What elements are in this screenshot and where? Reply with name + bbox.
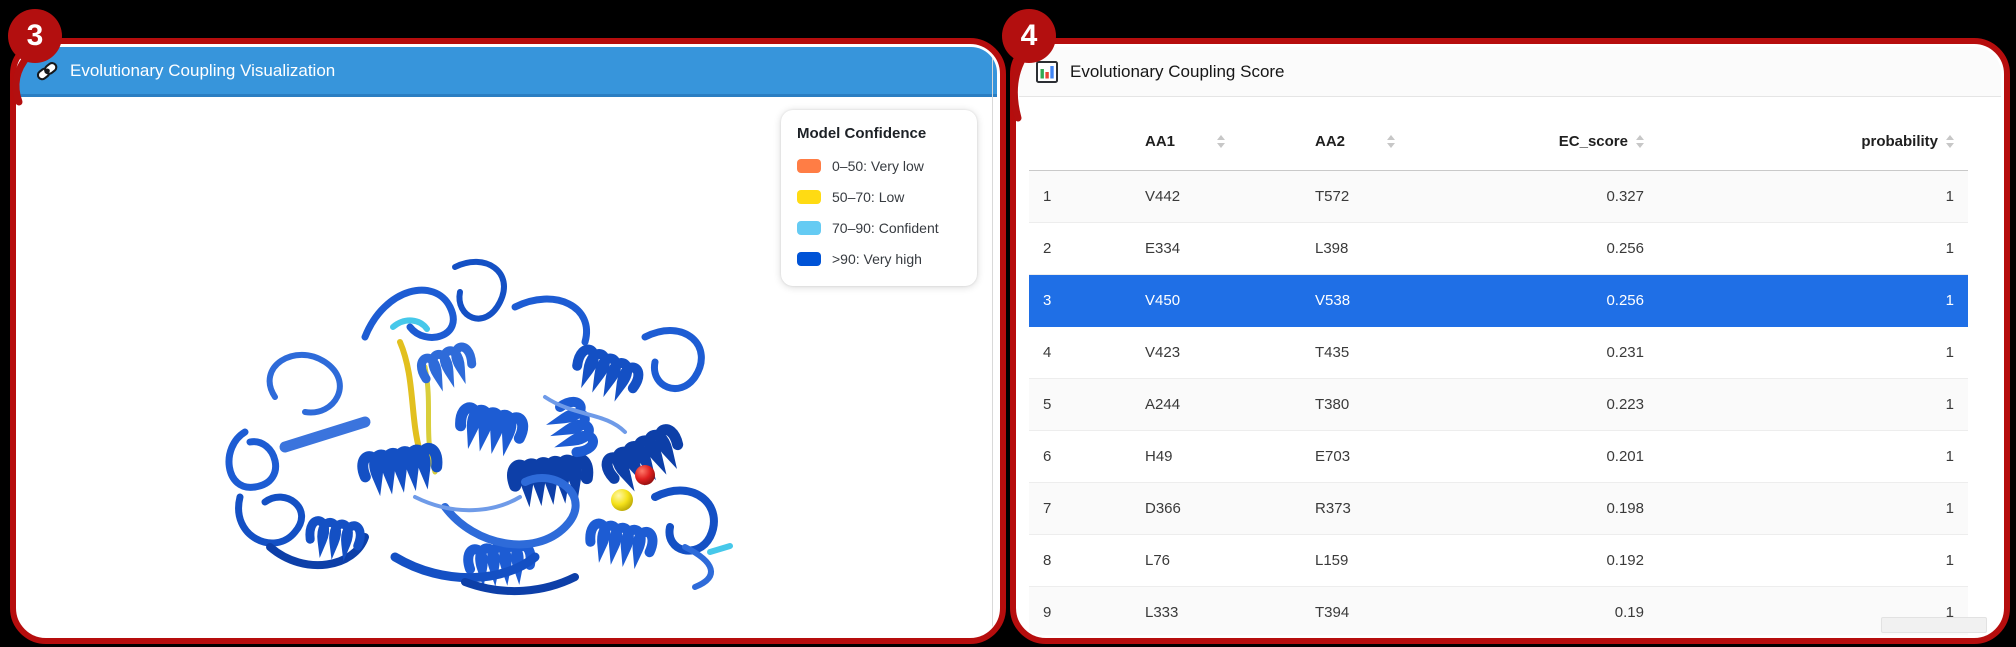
ribbon-structure (229, 262, 730, 591)
column-header-aa1[interactable]: AA1 (1129, 112, 1299, 171)
card-edge-divider (992, 47, 993, 635)
sort-icon[interactable] (1387, 135, 1395, 148)
legend-swatch-low (797, 190, 821, 204)
table-row[interactable]: 5A244T3800.2231 (1029, 379, 1968, 431)
table-row[interactable]: 8L76L1590.1921 (1029, 535, 1968, 587)
score-table-panel: Evolutionary Coupling Score AA1 AA2 EC_s… (1010, 38, 2010, 644)
table-row-selected[interactable]: 3V450V5380.2561 (1029, 275, 1968, 327)
column-header-probability[interactable]: probability (1658, 112, 1968, 171)
sort-icon[interactable] (1636, 135, 1644, 148)
table-row[interactable]: 1V442T5720.3271 (1029, 171, 1968, 223)
table-row[interactable]: 6H49E7030.2011 (1029, 431, 1968, 483)
scrollbar[interactable] (1881, 617, 1987, 633)
ec-score-table: AA1 AA2 EC_score probability 1V442T5720.… (1029, 112, 1968, 635)
annotation-badge-4: 4 (1002, 9, 1056, 63)
legend-swatch-very-low (797, 159, 821, 173)
legend-item-confident: 70–90: Confident (797, 212, 961, 243)
table-row[interactable]: 9L333T3940.191 (1029, 587, 1968, 636)
sort-icon[interactable] (1946, 135, 1954, 148)
bar-chart-icon (1035, 60, 1059, 84)
legend-item-very-high: >90: Very high (797, 243, 961, 274)
column-header-aa2[interactable]: AA2 (1299, 112, 1469, 171)
residue-marker-yellow (611, 489, 633, 511)
score-panel-header: Evolutionary Coupling Score (1019, 47, 2001, 97)
protein-3d-viewer[interactable] (215, 247, 735, 599)
legend-item-low: 50–70: Low (797, 181, 961, 212)
table-row[interactable]: 4V423T4350.2311 (1029, 327, 1968, 379)
table-row[interactable]: 7D366R3730.1981 (1029, 483, 1968, 535)
visualization-panel: Evolutionary Coupling Visualization (10, 38, 1006, 644)
visualization-panel-title: Evolutionary Coupling Visualization (70, 61, 335, 81)
legend-swatch-confident (797, 221, 821, 235)
column-header-index (1029, 112, 1129, 171)
column-header-ec-score[interactable]: EC_score (1469, 112, 1658, 171)
annotation-badge-3: 3 (8, 9, 62, 63)
visualization-panel-header: Evolutionary Coupling Visualization (19, 47, 997, 97)
sort-icon[interactable] (1217, 135, 1225, 148)
model-confidence-legend: Model Confidence 0–50: Very low 50–70: L… (781, 110, 977, 286)
score-panel-title: Evolutionary Coupling Score (1070, 62, 1285, 82)
table-row[interactable]: 2E334L3980.2561 (1029, 223, 1968, 275)
legend-swatch-very-high (797, 252, 821, 266)
table-header-row: AA1 AA2 EC_score probability (1029, 112, 1968, 171)
residue-marker-red (635, 465, 655, 485)
legend-title: Model Confidence (797, 125, 961, 142)
legend-item-very-low: 0–50: Very low (797, 150, 961, 181)
